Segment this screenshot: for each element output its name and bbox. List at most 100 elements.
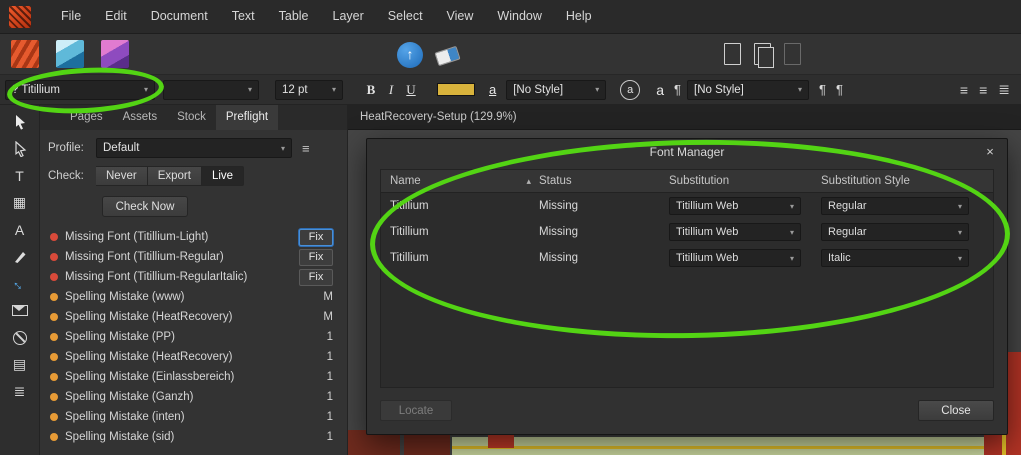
- image-frame-tool-icon[interactable]: ▤: [9, 354, 31, 375]
- preflight-issue-row[interactable]: Spelling Mistake (www) M: [48, 287, 339, 307]
- menu-item[interactable]: Layer: [321, 0, 376, 33]
- publisher-persona-icon[interactable]: [11, 40, 39, 68]
- menu-item[interactable]: Edit: [93, 0, 139, 33]
- column-header-substitution-style[interactable]: Substitution Style: [821, 175, 993, 187]
- issue-severity-icon: [50, 373, 58, 381]
- fill-color-swatch[interactable]: [437, 83, 475, 96]
- bullet-list-icon[interactable]: ≡: [960, 82, 968, 98]
- layers-order-icon[interactable]: ≣: [9, 381, 31, 402]
- dialog-title: Font Manager: [649, 145, 725, 159]
- preflight-issue-row[interactable]: Missing Font (Titillium-RegularItalic) F…: [48, 267, 339, 287]
- font-row[interactable]: Titillium Missing Titillium Web ▾: [381, 193, 993, 219]
- panel-tab[interactable]: Stock: [167, 105, 216, 130]
- underline-button[interactable]: U: [401, 79, 421, 101]
- tools-strip: T ▦ A ↔ ▤ ≣: [0, 105, 40, 455]
- facing-pages-icon[interactable]: [754, 43, 774, 68]
- issue-label: Spelling Mistake (Einlassbereich): [65, 371, 235, 383]
- issue-count: 1: [326, 351, 333, 363]
- profile-select[interactable]: Default ▾: [96, 138, 292, 158]
- column-header-substitution[interactable]: Substitution: [669, 175, 821, 187]
- fix-button[interactable]: Fix: [299, 248, 333, 266]
- panel-tab[interactable]: Preflight: [215, 105, 279, 130]
- italic-button[interactable]: I: [381, 79, 401, 101]
- menu-item[interactable]: Text: [220, 0, 267, 33]
- preflight-issue-row[interactable]: Missing Font (Titillium-Light) Fix: [48, 227, 339, 247]
- paragraph-icon[interactable]: ¶: [674, 82, 681, 97]
- substitution-select[interactable]: Titillium Web ▾: [669, 197, 801, 215]
- preflight-issue-row[interactable]: Spelling Mistake (HeatRecovery) 1: [48, 347, 339, 367]
- font-name-value: ? Titillium: [12, 83, 60, 96]
- panel-tab[interactable]: Assets: [113, 105, 168, 130]
- chevron-down-icon: ▾: [280, 143, 285, 153]
- pen-tool-icon[interactable]: [9, 246, 31, 267]
- character-style-select[interactable]: [No Style] ▾: [506, 79, 607, 100]
- substitution-style-select[interactable]: Regular ▾: [821, 197, 969, 215]
- designer-persona-icon[interactable]: [56, 40, 84, 68]
- eraser-icon[interactable]: [434, 42, 460, 68]
- menu-item[interactable]: File: [49, 0, 93, 33]
- menu-item[interactable]: Document: [139, 0, 220, 33]
- paragraph-style-select[interactable]: [No Style] ▾: [687, 79, 810, 100]
- frame-text-tool-icon[interactable]: T: [9, 165, 31, 186]
- font-size-select[interactable]: 12 pt ▾: [275, 79, 343, 100]
- photo-persona-icon[interactable]: [101, 40, 129, 68]
- substitution-style-value: Regular: [828, 226, 867, 238]
- hyperlink-icon[interactable]: ↑: [397, 42, 423, 68]
- check-mode-button[interactable]: Live: [201, 166, 245, 186]
- font-row[interactable]: Titillium Missing Titillium Web ▾: [381, 219, 993, 245]
- character-panel-icon[interactable]: a: [620, 79, 641, 100]
- close-button[interactable]: Close: [918, 400, 994, 421]
- document-tab[interactable]: HeatRecovery-Setup (129.9%): [360, 111, 517, 123]
- check-mode-button[interactable]: Export: [147, 166, 202, 186]
- fix-button[interactable]: Fix: [299, 268, 333, 286]
- font-name-select[interactable]: ? Titillium ▾: [5, 79, 155, 100]
- menu-item[interactable]: View: [435, 0, 486, 33]
- typography-icon[interactable]: a: [656, 82, 664, 98]
- font-row[interactable]: Titillium Missing Titillium Web ▾: [381, 245, 993, 271]
- column-header-name[interactable]: Name ▴: [381, 175, 539, 187]
- show-special-characters-icon[interactable]: ¶: [819, 82, 826, 97]
- profile-menu-icon[interactable]: ≡: [302, 141, 310, 156]
- issue-count: M: [323, 291, 333, 303]
- menu-item[interactable]: Help: [554, 0, 604, 33]
- preflight-issue-row[interactable]: Spelling Mistake (Ganzh) 1: [48, 387, 339, 407]
- profile-row: Profile: Default ▾ ≡: [48, 138, 339, 158]
- artistic-text-tool-icon[interactable]: A: [9, 219, 31, 240]
- no-fill-tool-icon[interactable]: [9, 327, 31, 348]
- substitution-style-cell: Regular ▾: [821, 223, 993, 241]
- preflight-issue-row[interactable]: Spelling Mistake (PP) 1: [48, 327, 339, 347]
- list-format-group: ≡ ≡ ≣: [960, 81, 1016, 98]
- picture-frame-tool-icon[interactable]: [9, 300, 31, 321]
- substitution-style-select[interactable]: Regular ▾: [821, 223, 969, 241]
- substitution-select[interactable]: Titillium Web ▾: [669, 223, 801, 241]
- substitution-style-select[interactable]: Italic ▾: [821, 249, 969, 267]
- preflight-issue-row[interactable]: Spelling Mistake (sid) 1: [48, 427, 339, 447]
- check-mode-button[interactable]: Never: [96, 166, 148, 186]
- node-tool-icon[interactable]: [9, 138, 31, 159]
- character-color-icon[interactable]: a: [489, 82, 496, 97]
- substitution-select[interactable]: Titillium Web ▾: [669, 249, 801, 267]
- menu-item[interactable]: Select: [376, 0, 435, 33]
- transform-tool-icon[interactable]: ↔: [4, 268, 34, 298]
- font-status-cell: Missing: [539, 226, 578, 238]
- alignment-icon[interactable]: ≣: [998, 81, 1010, 98]
- bold-button[interactable]: B: [361, 79, 381, 101]
- panel-tab[interactable]: Pages: [60, 105, 113, 130]
- preflight-issue-row[interactable]: Missing Font (Titillium-Regular) Fix: [48, 247, 339, 267]
- check-now-button[interactable]: Check Now: [102, 196, 188, 217]
- preflight-issue-row[interactable]: Spelling Mistake (Einlassbereich) 1: [48, 367, 339, 387]
- fix-button[interactable]: Fix: [299, 228, 333, 246]
- close-icon[interactable]: ×: [982, 144, 998, 160]
- preflight-issue-row[interactable]: Spelling Mistake (inten) 1: [48, 407, 339, 427]
- preflight-issue-row[interactable]: Spelling Mistake (HeatRecovery) M: [48, 307, 339, 327]
- numbered-list-icon[interactable]: ≡: [979, 82, 987, 98]
- font-traits-select[interactable]: ▾: [163, 79, 259, 100]
- canvas-artwork-block: [452, 446, 984, 449]
- move-tool-icon[interactable]: [9, 111, 31, 132]
- single-page-icon[interactable]: [724, 43, 741, 65]
- paragraph-panel-icon[interactable]: ¶: [836, 82, 843, 97]
- menu-item[interactable]: Window: [485, 0, 553, 33]
- menu-item[interactable]: Table: [267, 0, 321, 33]
- table-tool-icon[interactable]: ▦: [9, 192, 31, 213]
- column-header-status[interactable]: Status: [539, 175, 669, 187]
